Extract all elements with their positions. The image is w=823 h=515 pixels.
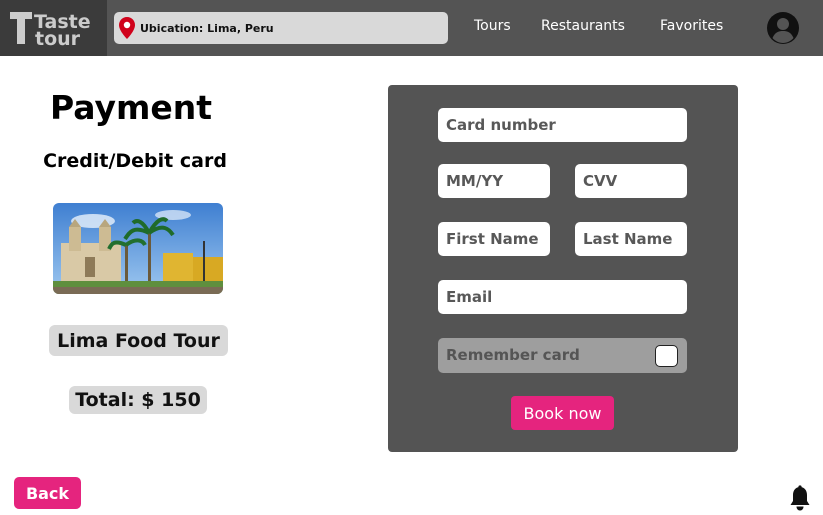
top-navigation-bar: Taste tour Ubication: Lima, Peru Tours R…	[0, 0, 823, 56]
remember-card-row[interactable]: Remember card	[438, 338, 687, 373]
remember-card-label: Remember card	[446, 346, 580, 364]
nav-link-tours[interactable]: Tours	[474, 18, 511, 34]
total-price-badge: Total: $ 150	[69, 386, 207, 414]
notification-bell-icon[interactable]	[789, 485, 811, 511]
nav-link-restaurants[interactable]: Restaurants	[541, 18, 625, 34]
location-search-bar[interactable]: Ubication: Lima, Peru	[114, 12, 448, 44]
page-title: Payment	[49, 88, 213, 127]
expiry-date-input[interactable]	[438, 164, 550, 198]
back-button[interactable]: Back	[14, 477, 81, 509]
first-name-input[interactable]	[438, 222, 550, 256]
remember-card-checkbox[interactable]	[655, 345, 678, 367]
nav-link-favorites[interactable]: Favorites	[660, 18, 723, 34]
tour-photo	[53, 203, 223, 294]
lima-cathedral-image	[53, 203, 223, 294]
logo-graphic: Taste tour	[10, 11, 91, 50]
payment-method-subtitle: Credit/Debit card	[43, 150, 227, 172]
tour-name-badge: Lima Food Tour	[49, 325, 228, 356]
last-name-input[interactable]	[575, 222, 687, 256]
email-input[interactable]	[438, 280, 687, 314]
payment-form-panel: Remember card Book now	[388, 85, 738, 452]
location-pin-icon	[119, 17, 135, 39]
cvv-input[interactable]	[575, 164, 687, 198]
card-number-input[interactable]	[438, 108, 687, 142]
app-logo[interactable]: Taste tour	[0, 0, 107, 56]
location-text: Ubication: Lima, Peru	[140, 21, 274, 35]
logo-text-line2: tour	[35, 28, 81, 50]
book-now-button[interactable]: Book now	[511, 396, 614, 430]
user-avatar-icon[interactable]	[766, 11, 800, 45]
